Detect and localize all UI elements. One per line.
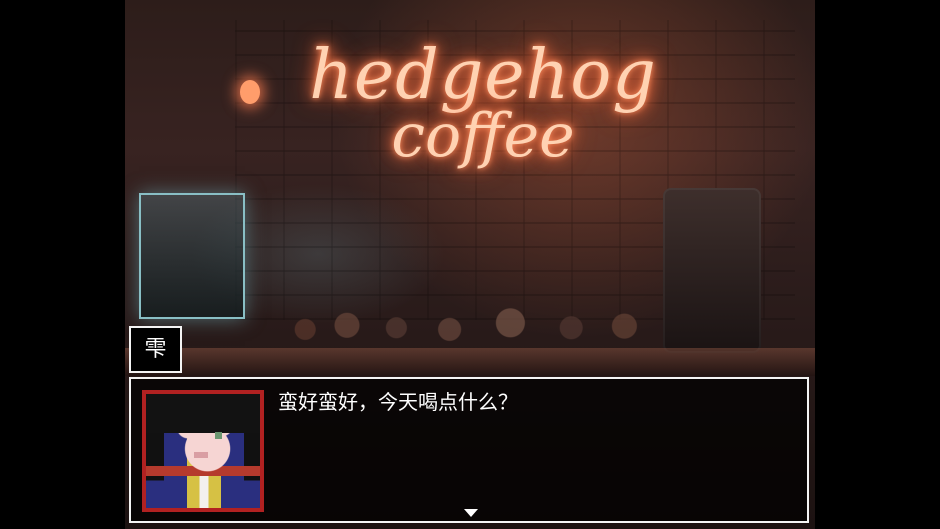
continue-arrow-icon[interactable] xyxy=(464,509,478,517)
character-portrait-art xyxy=(146,394,260,508)
game-screen: hedgehog coffee 雫 蛮好蛮好，今天喝点什么？ xyxy=(0,0,940,529)
character-portrait xyxy=(142,390,264,512)
bottle-shelf xyxy=(290,272,670,354)
speaker-name: 雫 xyxy=(144,336,167,362)
dialogue-text: 蛮好蛮好，今天喝点什么？ xyxy=(278,390,518,414)
neon-sign-line-1: hedgehog xyxy=(309,36,657,115)
portrait-eye xyxy=(215,432,222,439)
dialogue-box[interactable]: 蛮好蛮好，今天喝点什么？ xyxy=(129,377,809,523)
portrait-mouth xyxy=(194,452,208,458)
bar-counter xyxy=(125,348,815,376)
coffee-machine xyxy=(663,188,761,353)
hanging-bulb xyxy=(240,80,260,104)
neon-sign-line-2: coffee xyxy=(391,101,575,171)
neon-sign: hedgehog coffee xyxy=(288,36,678,171)
speaker-name-box: 雫 xyxy=(129,326,182,373)
window xyxy=(139,193,245,319)
